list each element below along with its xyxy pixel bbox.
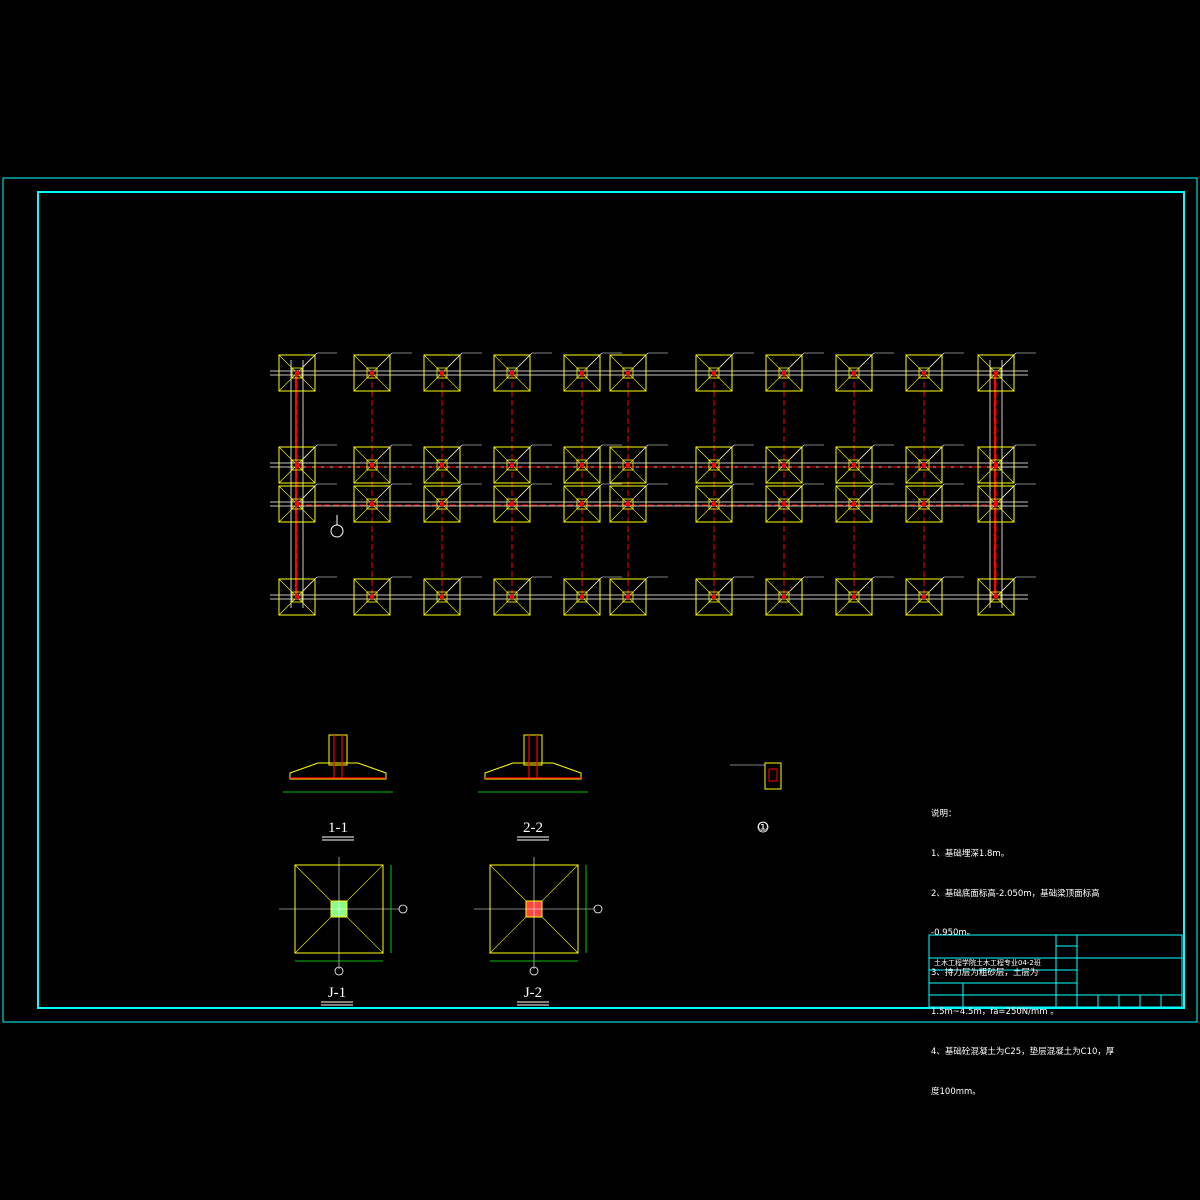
column (370, 371, 374, 375)
column (922, 463, 926, 467)
design-notes: 说明： 1、基础埋深1.8m。 2、基础底面标高-2.050m，基础梁顶面标高 … (931, 782, 1114, 1112)
column (852, 502, 856, 506)
detail-section (764, 762, 782, 790)
column (510, 595, 514, 599)
column (852, 371, 856, 375)
column (295, 463, 299, 467)
notes-line-2: 2、基础底面标高-2.050m，基础梁顶面标高 (931, 888, 1100, 899)
column (370, 463, 374, 467)
foundation-plan (270, 352, 1036, 616)
column (994, 371, 998, 375)
column (510, 502, 514, 506)
notes-line-3: -0.950m。 (931, 928, 976, 939)
column (922, 595, 926, 599)
column (994, 595, 998, 599)
plan-j1-label: J-1 (328, 985, 346, 1001)
column (440, 595, 444, 599)
column (782, 595, 786, 599)
column (922, 502, 926, 506)
column (295, 371, 299, 375)
column (580, 502, 584, 506)
column (440, 463, 444, 467)
column (626, 502, 630, 506)
column (580, 463, 584, 467)
notes-heading: 说明： (931, 809, 957, 820)
section-1-1-label: 1-1 (328, 820, 348, 836)
column (922, 371, 926, 375)
column (782, 463, 786, 467)
column (994, 502, 998, 506)
column (440, 371, 444, 375)
column (782, 371, 786, 375)
column (295, 502, 299, 506)
column-section (328, 734, 348, 766)
drawing-title: 土木工程学院土木工程专业04-2班 (934, 959, 1041, 967)
plan-j2-label: J-2 (524, 985, 542, 1001)
column-section (523, 734, 543, 766)
notes-line-6: 4、基础砼混凝土为C25，垫层混凝土为C10，厚 (931, 1047, 1115, 1058)
column (994, 463, 998, 467)
column (440, 502, 444, 506)
axis-bubble (330, 524, 344, 538)
detail-rebar (768, 768, 778, 782)
column (510, 463, 514, 467)
column (580, 595, 584, 599)
notes-line-4: 3、持力层为粗砂层，土层为 (931, 967, 1039, 978)
column (626, 371, 630, 375)
column (370, 502, 374, 506)
column (295, 595, 299, 599)
column (626, 595, 630, 599)
notes-line-7: 度100mm。 (931, 1086, 981, 1097)
section-details (279, 734, 782, 976)
column (626, 463, 630, 467)
column (712, 463, 716, 467)
column (510, 371, 514, 375)
column (712, 595, 716, 599)
column (852, 595, 856, 599)
column (712, 502, 716, 506)
column (852, 463, 856, 467)
column (782, 502, 786, 506)
column (370, 595, 374, 599)
axis-bubble (398, 904, 408, 914)
section-2-2-label: 2-2 (523, 820, 543, 836)
column (712, 371, 716, 375)
detail-1-label: ① (758, 820, 769, 834)
column (580, 371, 584, 375)
axis-bubble (593, 904, 603, 914)
notes-line-1: 1、基础埋深1.8m。 (931, 849, 1010, 860)
notes-line-5: 1.5m~4.5m，fa=250N/mm 。 (931, 1007, 1059, 1018)
